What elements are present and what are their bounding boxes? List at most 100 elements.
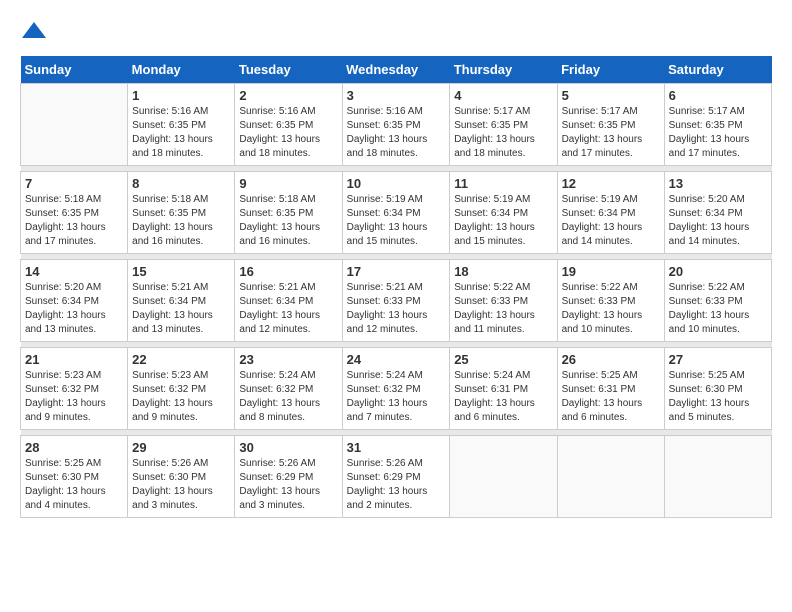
day-number: 6 (669, 88, 767, 103)
day-number: 15 (132, 264, 230, 279)
day-cell: 31 Sunrise: 5:26 AMSunset: 6:29 PMDaylig… (342, 436, 450, 518)
day-cell: 6 Sunrise: 5:17 AMSunset: 6:35 PMDayligh… (664, 84, 771, 166)
day-number: 21 (25, 352, 123, 367)
day-info: Sunrise: 5:26 AMSunset: 6:29 PMDaylight:… (347, 458, 428, 511)
day-number: 24 (347, 352, 446, 367)
day-number: 2 (239, 88, 337, 103)
day-number: 25 (454, 352, 552, 367)
day-cell: 9 Sunrise: 5:18 AMSunset: 6:35 PMDayligh… (235, 172, 342, 254)
day-info: Sunrise: 5:21 AMSunset: 6:33 PMDaylight:… (347, 282, 428, 335)
day-info: Sunrise: 5:21 AMSunset: 6:34 PMDaylight:… (239, 282, 320, 335)
day-number: 26 (562, 352, 660, 367)
day-number: 19 (562, 264, 660, 279)
day-number: 30 (239, 440, 337, 455)
week-row-4: 21 Sunrise: 5:23 AMSunset: 6:32 PMDaylig… (21, 348, 772, 430)
day-info: Sunrise: 5:24 AMSunset: 6:32 PMDaylight:… (239, 370, 320, 423)
week-row-5: 28 Sunrise: 5:25 AMSunset: 6:30 PMDaylig… (21, 436, 772, 518)
day-info: Sunrise: 5:25 AMSunset: 6:30 PMDaylight:… (669, 370, 750, 423)
day-number: 9 (239, 176, 337, 191)
day-info: Sunrise: 5:19 AMSunset: 6:34 PMDaylight:… (347, 194, 428, 247)
day-cell: 4 Sunrise: 5:17 AMSunset: 6:35 PMDayligh… (450, 84, 557, 166)
day-info: Sunrise: 5:22 AMSunset: 6:33 PMDaylight:… (454, 282, 535, 335)
day-number: 28 (25, 440, 123, 455)
day-cell: 11 Sunrise: 5:19 AMSunset: 6:34 PMDaylig… (450, 172, 557, 254)
day-info: Sunrise: 5:16 AMSunset: 6:35 PMDaylight:… (132, 106, 213, 159)
week-row-3: 14 Sunrise: 5:20 AMSunset: 6:34 PMDaylig… (21, 260, 772, 342)
day-info: Sunrise: 5:23 AMSunset: 6:32 PMDaylight:… (25, 370, 106, 423)
day-cell: 1 Sunrise: 5:16 AMSunset: 6:35 PMDayligh… (128, 84, 235, 166)
day-cell: 20 Sunrise: 5:22 AMSunset: 6:33 PMDaylig… (664, 260, 771, 342)
day-info: Sunrise: 5:16 AMSunset: 6:35 PMDaylight:… (347, 106, 428, 159)
day-cell: 13 Sunrise: 5:20 AMSunset: 6:34 PMDaylig… (664, 172, 771, 254)
day-info: Sunrise: 5:18 AMSunset: 6:35 PMDaylight:… (25, 194, 106, 247)
header-cell-wednesday: Wednesday (342, 56, 450, 84)
day-info: Sunrise: 5:17 AMSunset: 6:35 PMDaylight:… (454, 106, 535, 159)
day-number: 14 (25, 264, 123, 279)
day-cell: 2 Sunrise: 5:16 AMSunset: 6:35 PMDayligh… (235, 84, 342, 166)
day-number: 22 (132, 352, 230, 367)
day-number: 4 (454, 88, 552, 103)
day-info: Sunrise: 5:17 AMSunset: 6:35 PMDaylight:… (669, 106, 750, 159)
day-cell (557, 436, 664, 518)
day-number: 7 (25, 176, 123, 191)
day-info: Sunrise: 5:19 AMSunset: 6:34 PMDaylight:… (454, 194, 535, 247)
day-number: 27 (669, 352, 767, 367)
day-info: Sunrise: 5:21 AMSunset: 6:34 PMDaylight:… (132, 282, 213, 335)
day-number: 12 (562, 176, 660, 191)
day-cell: 15 Sunrise: 5:21 AMSunset: 6:34 PMDaylig… (128, 260, 235, 342)
day-number: 18 (454, 264, 552, 279)
day-info: Sunrise: 5:22 AMSunset: 6:33 PMDaylight:… (669, 282, 750, 335)
logo-icon (20, 20, 48, 40)
day-number: 29 (132, 440, 230, 455)
day-number: 17 (347, 264, 446, 279)
day-cell: 22 Sunrise: 5:23 AMSunset: 6:32 PMDaylig… (128, 348, 235, 430)
header-row: SundayMondayTuesdayWednesdayThursdayFrid… (21, 56, 772, 84)
day-cell (664, 436, 771, 518)
page-header (20, 20, 772, 40)
day-cell: 25 Sunrise: 5:24 AMSunset: 6:31 PMDaylig… (450, 348, 557, 430)
day-number: 23 (239, 352, 337, 367)
day-cell (21, 84, 128, 166)
day-number: 20 (669, 264, 767, 279)
logo (20, 20, 52, 40)
day-number: 16 (239, 264, 337, 279)
day-info: Sunrise: 5:18 AMSunset: 6:35 PMDaylight:… (132, 194, 213, 247)
header-cell-tuesday: Tuesday (235, 56, 342, 84)
day-cell: 30 Sunrise: 5:26 AMSunset: 6:29 PMDaylig… (235, 436, 342, 518)
day-cell: 28 Sunrise: 5:25 AMSunset: 6:30 PMDaylig… (21, 436, 128, 518)
day-cell: 16 Sunrise: 5:21 AMSunset: 6:34 PMDaylig… (235, 260, 342, 342)
day-number: 3 (347, 88, 446, 103)
day-info: Sunrise: 5:26 AMSunset: 6:29 PMDaylight:… (239, 458, 320, 511)
day-cell: 27 Sunrise: 5:25 AMSunset: 6:30 PMDaylig… (664, 348, 771, 430)
day-cell: 14 Sunrise: 5:20 AMSunset: 6:34 PMDaylig… (21, 260, 128, 342)
header-cell-saturday: Saturday (664, 56, 771, 84)
day-number: 5 (562, 88, 660, 103)
day-cell: 12 Sunrise: 5:19 AMSunset: 6:34 PMDaylig… (557, 172, 664, 254)
day-info: Sunrise: 5:25 AMSunset: 6:31 PMDaylight:… (562, 370, 643, 423)
day-number: 11 (454, 176, 552, 191)
day-cell: 7 Sunrise: 5:18 AMSunset: 6:35 PMDayligh… (21, 172, 128, 254)
day-cell: 17 Sunrise: 5:21 AMSunset: 6:33 PMDaylig… (342, 260, 450, 342)
day-cell: 19 Sunrise: 5:22 AMSunset: 6:33 PMDaylig… (557, 260, 664, 342)
day-cell: 10 Sunrise: 5:19 AMSunset: 6:34 PMDaylig… (342, 172, 450, 254)
day-number: 13 (669, 176, 767, 191)
header-cell-monday: Monday (128, 56, 235, 84)
day-cell: 3 Sunrise: 5:16 AMSunset: 6:35 PMDayligh… (342, 84, 450, 166)
day-cell: 29 Sunrise: 5:26 AMSunset: 6:30 PMDaylig… (128, 436, 235, 518)
day-cell (450, 436, 557, 518)
day-cell: 24 Sunrise: 5:24 AMSunset: 6:32 PMDaylig… (342, 348, 450, 430)
day-info: Sunrise: 5:16 AMSunset: 6:35 PMDaylight:… (239, 106, 320, 159)
day-info: Sunrise: 5:25 AMSunset: 6:30 PMDaylight:… (25, 458, 106, 511)
week-row-2: 7 Sunrise: 5:18 AMSunset: 6:35 PMDayligh… (21, 172, 772, 254)
header-cell-sunday: Sunday (21, 56, 128, 84)
day-cell: 23 Sunrise: 5:24 AMSunset: 6:32 PMDaylig… (235, 348, 342, 430)
day-number: 8 (132, 176, 230, 191)
day-info: Sunrise: 5:17 AMSunset: 6:35 PMDaylight:… (562, 106, 643, 159)
day-number: 31 (347, 440, 446, 455)
day-number: 1 (132, 88, 230, 103)
day-info: Sunrise: 5:19 AMSunset: 6:34 PMDaylight:… (562, 194, 643, 247)
day-info: Sunrise: 5:20 AMSunset: 6:34 PMDaylight:… (25, 282, 106, 335)
day-info: Sunrise: 5:22 AMSunset: 6:33 PMDaylight:… (562, 282, 643, 335)
day-cell: 21 Sunrise: 5:23 AMSunset: 6:32 PMDaylig… (21, 348, 128, 430)
day-cell: 8 Sunrise: 5:18 AMSunset: 6:35 PMDayligh… (128, 172, 235, 254)
